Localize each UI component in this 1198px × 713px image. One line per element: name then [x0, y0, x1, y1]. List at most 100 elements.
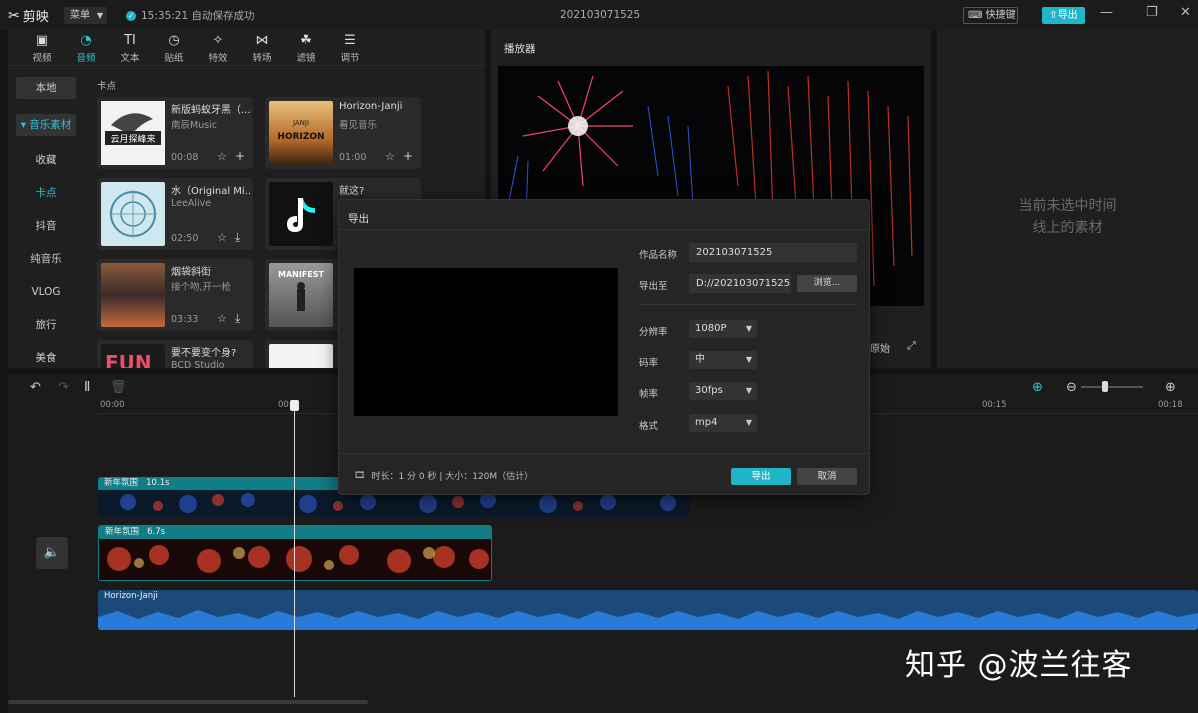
music-card[interactable]: 云月探峰来 新版蚂蚁牙黑（... 南辰Music 00:08 ☆ +: [97, 97, 253, 169]
aspect-ratio-button[interactable]: 原始: [870, 340, 890, 355]
track-artist: BCD Studio: [171, 360, 225, 368]
star-icon[interactable]: ☆: [217, 312, 227, 325]
music-thumbnail: [101, 182, 165, 246]
snap-icon[interactable]: ⊕: [1032, 380, 1043, 395]
music-card[interactable]: FUN 要不要变个身? BCD Studio: [97, 340, 253, 368]
music-card[interactable]: JANJI HORIZON Horizon-Janji 看见音乐 01:00 ☆ …: [265, 97, 421, 169]
sidebar-item-pure-music[interactable]: 纯音乐: [16, 248, 76, 270]
film-icon: 🎞: [354, 470, 366, 481]
redo-icon[interactable]: ↷: [58, 380, 69, 395]
chevron-down-icon: ▼: [745, 418, 752, 427]
fps-select[interactable]: 30fps ▼: [689, 382, 757, 400]
export-dialog: 导出 作品名称 202103071525 导出至 D://20210307152…: [338, 199, 870, 495]
video-clip[interactable]: 新年氛围 6.7s: [98, 525, 492, 581]
properties-empty-message: 当前未选中时间 线上的素材: [937, 195, 1198, 239]
undo-icon[interactable]: ↶: [30, 380, 41, 395]
track-title: Horizon-Janji: [339, 101, 403, 112]
tiktok-cover-art: [287, 198, 315, 232]
video-icon: ▣: [35, 33, 49, 48]
music-thumbnail: FUN: [101, 344, 165, 368]
tab-sticker[interactable]: ◷ 贴纸: [152, 30, 196, 66]
cancel-button[interactable]: 取消: [797, 468, 857, 485]
sidebar-item-douyin[interactable]: 抖音: [16, 215, 76, 237]
effects-icon: ✧: [212, 33, 224, 48]
chevron-down-icon: ▼: [96, 11, 103, 20]
tab-effects[interactable]: ✧ 特效: [196, 30, 240, 66]
export-button[interactable]: ⇧导出: [1042, 7, 1085, 24]
playhead-line[interactable]: [294, 401, 295, 697]
sidebar-item-travel[interactable]: 旅行: [16, 314, 76, 336]
mute-track-button[interactable]: 🔈: [36, 537, 68, 569]
sidebar-item-local[interactable]: 本地: [16, 77, 76, 99]
capcut-logo-icon: ✂: [8, 7, 20, 24]
minimize-icon[interactable]: —: [1100, 5, 1113, 20]
music-card[interactable]: 水（Original Mi... LeeAlive 02:50 ☆ ⤓: [97, 178, 253, 250]
sidebar-item-food[interactable]: 美食: [16, 347, 76, 369]
title-bar: ✂ 剪映 菜单 ▼ ✓ 15:35:21 自动保存成功 202103071525…: [0, 0, 1198, 30]
sidebar-item-music-library[interactable]: ▾ 音乐素材: [16, 114, 76, 136]
horizontal-scrollbar[interactable]: [8, 700, 368, 704]
menu-dropdown[interactable]: 菜单 ▼: [64, 7, 107, 24]
download-icon[interactable]: ⤓: [235, 311, 240, 326]
audio-sidebar: 本地 ▾ 音乐素材 收藏 卡点 抖音 纯音乐 VLOG 旅行 美食: [8, 67, 88, 368]
star-icon[interactable]: ☆: [217, 231, 227, 244]
track-title: 水（Original Mi...: [171, 186, 251, 197]
track-artist: 南辰Music: [171, 120, 218, 131]
tab-transition[interactable]: ⋈ 转场: [240, 30, 284, 66]
zoom-in-icon[interactable]: ⊕: [1165, 380, 1176, 395]
manifest-cover-art: MANIFEST: [278, 270, 325, 311]
properties-panel: 当前未选中时间 线上的素材: [937, 30, 1198, 368]
track-duration: 01:00: [339, 152, 367, 163]
zoom-slider-track[interactable]: [1081, 386, 1143, 388]
zoom-slider-handle[interactable]: [1102, 381, 1108, 392]
name-input[interactable]: 202103071525: [689, 243, 857, 262]
transition-icon: ⋈: [255, 33, 269, 48]
tab-adjust[interactable]: ☰ 调节: [328, 30, 372, 66]
add-icon[interactable]: +: [403, 149, 413, 163]
fullscreen-icon[interactable]: ⤢: [907, 339, 916, 353]
tab-video[interactable]: ▣ 视频: [20, 30, 64, 66]
add-icon[interactable]: +: [235, 149, 245, 163]
sidebar-item-beat[interactable]: 卡点: [16, 182, 76, 204]
music-thumbnail: [269, 182, 333, 246]
tab-audio[interactable]: ◔ 音频: [64, 30, 108, 66]
confirm-export-button[interactable]: 导出: [731, 468, 791, 485]
music-thumbnail: JANJI HORIZON: [269, 101, 333, 165]
tab-text[interactable]: TI 文本: [108, 30, 152, 66]
tab-filter[interactable]: ☘ 滤镜: [284, 30, 328, 66]
sidebar-item-favorites[interactable]: 收藏: [16, 149, 76, 171]
music-thumbnail: 云月探峰来: [101, 101, 165, 165]
track-title: 就这?: [339, 186, 365, 197]
track-title: 要不要变个身?: [171, 348, 237, 359]
browse-button[interactable]: 浏览...: [797, 275, 857, 292]
music-card[interactable]: 烟袋斜街 接个吻,开一枪 03:33 ☆ ⤓: [97, 259, 253, 331]
path-input[interactable]: D://202103071525.m: [689, 274, 791, 293]
star-icon[interactable]: ☆: [217, 150, 227, 163]
download-icon[interactable]: ⤓: [235, 230, 240, 245]
resolution-select[interactable]: 1080P ▼: [689, 320, 757, 338]
split-icon[interactable]: Ⅱ: [84, 380, 90, 395]
track-title: 新版蚂蚁牙黑（...: [171, 105, 251, 116]
delete-icon[interactable]: 🗑: [110, 380, 127, 395]
cover-text: FUN: [105, 351, 152, 368]
format-select[interactable]: mp4 ▼: [689, 414, 757, 432]
playhead-handle[interactable]: [290, 400, 299, 411]
restore-icon[interactable]: ❐: [1146, 5, 1158, 20]
clip-header: 新年氛围 6.7s: [99, 526, 491, 539]
audio-clip[interactable]: Horizon-Janji: [98, 590, 1198, 630]
close-icon[interactable]: ✕: [1180, 5, 1191, 20]
speaker-icon: 🔈: [43, 545, 61, 560]
star-icon[interactable]: ☆: [385, 150, 395, 163]
chevron-down-icon: ▼: [745, 355, 752, 364]
shortcut-button[interactable]: ⌨ 快捷键: [963, 7, 1018, 24]
sidebar-item-vlog[interactable]: VLOG: [16, 281, 76, 303]
tab-label: 视频: [32, 53, 52, 64]
ruler-label: 00:15: [982, 400, 1007, 410]
export-info-text: 时长：1 分 0 秒 | 大小：120M（估计）: [371, 472, 534, 482]
bitrate-select[interactable]: 中 ▼: [689, 351, 757, 369]
zoom-out-icon[interactable]: ⊖: [1066, 380, 1077, 395]
keyboard-icon: ⌨: [968, 10, 986, 21]
check-icon: ✓: [126, 10, 136, 21]
fps-value: 30fps: [695, 385, 723, 396]
export-label: 导出: [1057, 10, 1078, 21]
